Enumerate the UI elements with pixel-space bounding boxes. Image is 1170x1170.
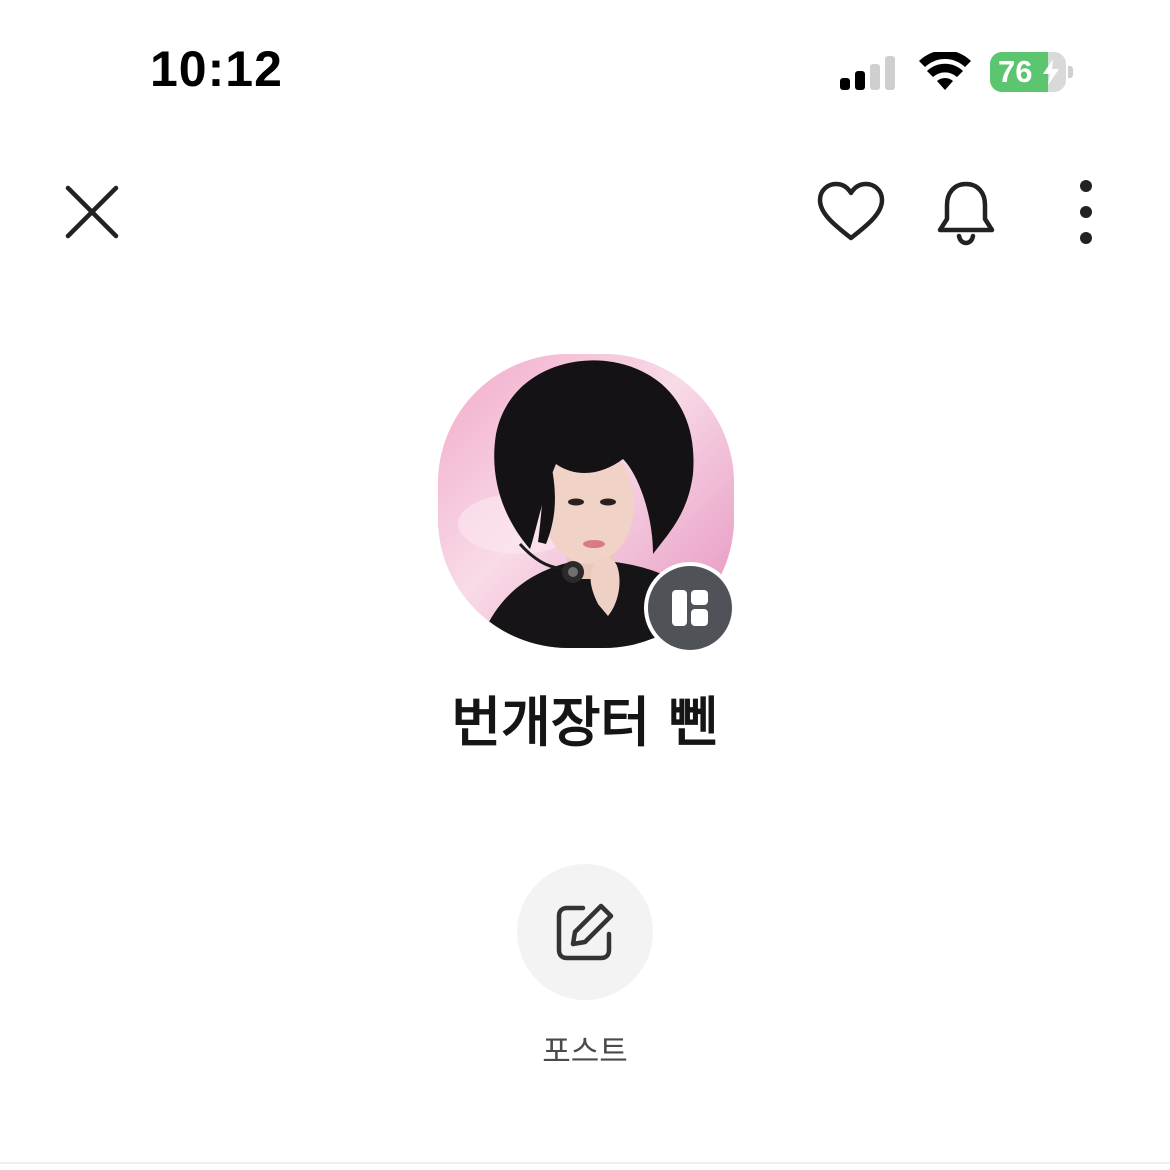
like-button[interactable] <box>815 180 887 244</box>
battery-icon: 76 <box>990 52 1074 92</box>
wifi-icon <box>919 52 971 90</box>
store-icon <box>672 590 708 626</box>
cellular-signal-icon <box>840 56 895 90</box>
edit-icon <box>556 903 614 961</box>
heart-icon <box>817 181 885 241</box>
store-badge <box>644 562 736 654</box>
battery-level-text: 76 <box>998 54 1033 89</box>
notification-button[interactable] <box>932 178 1000 246</box>
post-button[interactable] <box>517 864 653 1000</box>
status-time: 10:12 <box>150 41 283 97</box>
charging-bolt-icon <box>1043 59 1059 85</box>
bell-icon <box>937 181 995 246</box>
profile-name: 번개장터 뻰 <box>451 691 719 754</box>
post-action[interactable]: 포스트 <box>500 862 670 1082</box>
more-options-button[interactable] <box>1066 176 1106 248</box>
status-bar: 10:12 76 <box>0 0 1170 140</box>
divider <box>0 1162 1170 1164</box>
post-label: 포스트 <box>542 1034 628 1070</box>
close-button[interactable] <box>60 180 124 244</box>
close-icon <box>65 185 119 239</box>
more-vertical-icon <box>1080 180 1092 244</box>
